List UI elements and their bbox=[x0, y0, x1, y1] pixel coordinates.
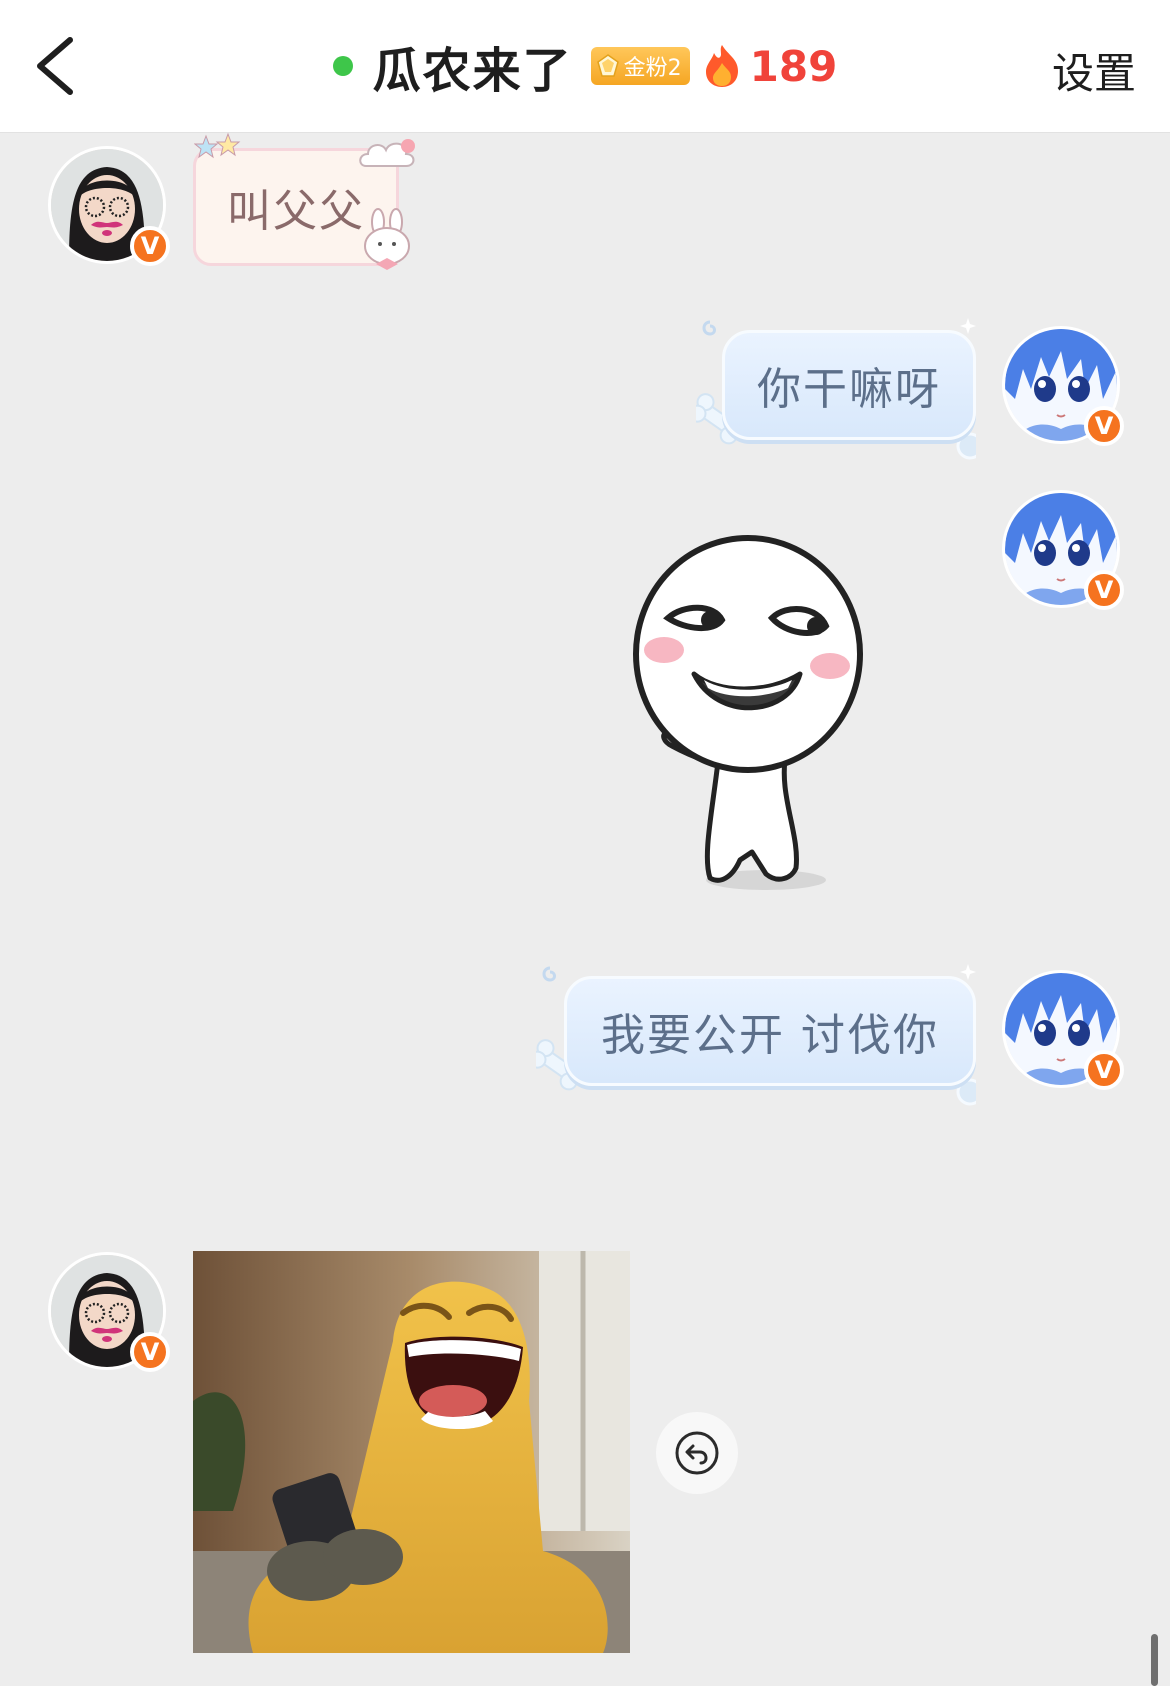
verified-badge: V bbox=[1084, 1050, 1124, 1090]
verified-badge: V bbox=[130, 1332, 170, 1372]
my-avatar[interactable]: V bbox=[1002, 326, 1124, 446]
message-text: 我要公开 讨伐你 bbox=[601, 1010, 939, 1061]
reply-icon bbox=[675, 1431, 719, 1475]
settings-button[interactable]: 设置 bbox=[1052, 40, 1136, 101]
contact-avatar[interactable]: V bbox=[48, 1252, 170, 1372]
fire-icon bbox=[705, 45, 738, 87]
chat-header: 瓜农来了 金粉2 189 设置 bbox=[0, 0, 1170, 133]
cloud-decoration-icon bbox=[359, 139, 415, 167]
outgoing-text-bubble[interactable]: 你干嘛呀 bbox=[722, 330, 976, 440]
message-text: 你干嘛呀 bbox=[757, 364, 941, 415]
laughing-creature-image bbox=[193, 1251, 630, 1653]
bunny-decoration-icon bbox=[364, 208, 410, 270]
my-avatar[interactable]: V bbox=[1002, 970, 1124, 1090]
verified-badge: V bbox=[1084, 570, 1124, 610]
contact-avatar[interactable]: V bbox=[48, 146, 170, 266]
gem-icon bbox=[596, 54, 619, 77]
verified-badge: V bbox=[1084, 406, 1124, 446]
streak-count: 189 bbox=[749, 41, 838, 91]
my-avatar[interactable]: V bbox=[1002, 490, 1124, 610]
online-status-dot bbox=[332, 56, 353, 76]
contact-name[interactable]: 瓜农来了 bbox=[373, 31, 573, 101]
reply-button[interactable] bbox=[656, 1412, 738, 1494]
fan-badge-label: 金粉2 bbox=[623, 56, 682, 81]
scrollbar[interactable] bbox=[1151, 1634, 1158, 1686]
chevron-left-icon bbox=[37, 37, 73, 95]
star-decoration-icon bbox=[194, 132, 241, 159]
sticker-message[interactable] bbox=[628, 534, 884, 904]
verified-badge: V bbox=[130, 226, 170, 266]
outgoing-text-bubble[interactable]: 我要公开 讨伐你 bbox=[564, 976, 976, 1086]
back-button[interactable] bbox=[22, 28, 98, 104]
image-message[interactable] bbox=[193, 1251, 630, 1653]
fan-level-badge[interactable]: 金粉2 bbox=[590, 47, 690, 85]
message-text: 叫父父 bbox=[227, 186, 365, 237]
